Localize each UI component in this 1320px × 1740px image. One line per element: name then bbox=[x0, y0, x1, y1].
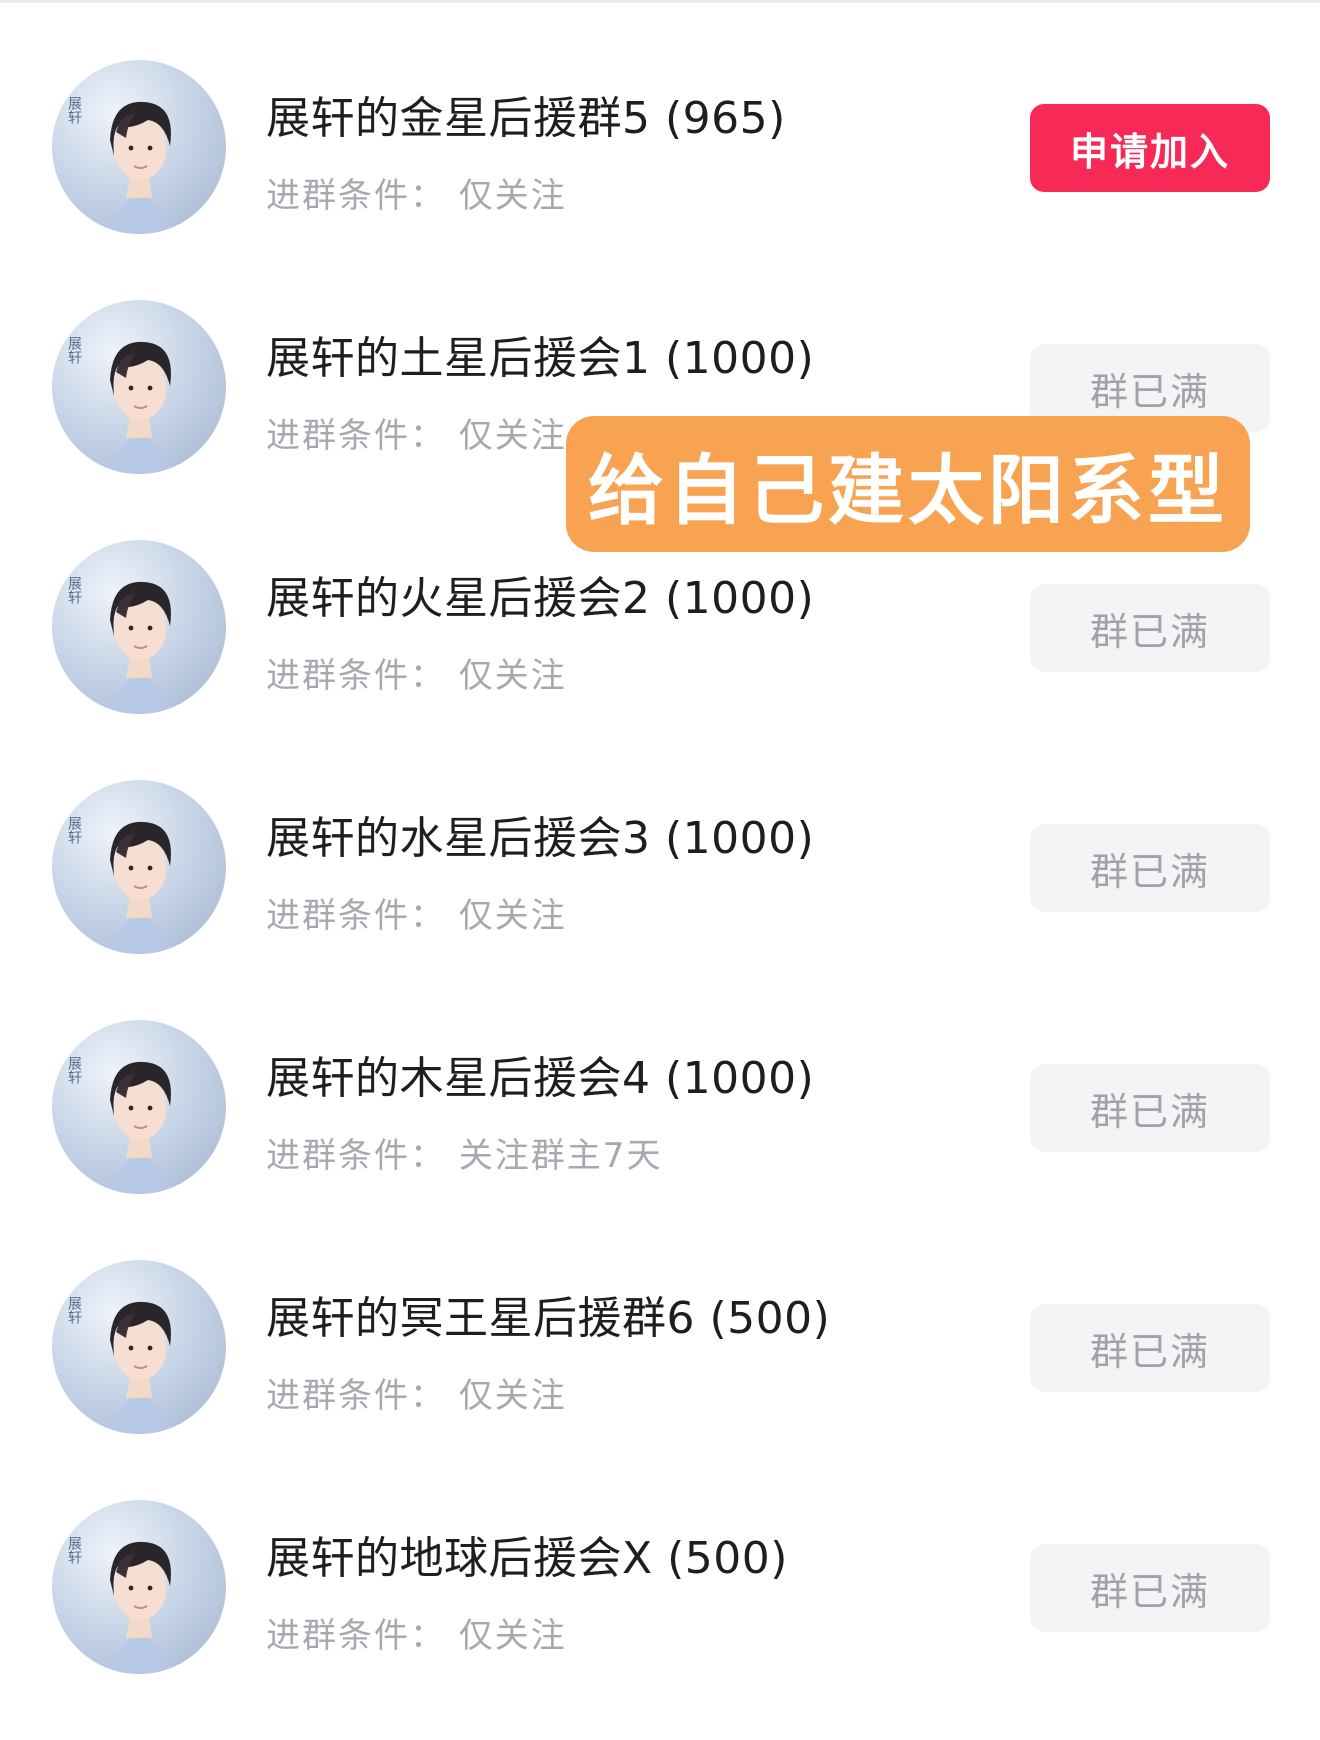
group-avatar[interactable]: 展轩 bbox=[52, 1500, 226, 1674]
group-item[interactable]: 展轩 展轩的水星后援会3 (1000) 进群条件： 仅关注 群已满 bbox=[0, 780, 1320, 1020]
group-full-button[interactable]: 群已满 bbox=[1030, 1064, 1270, 1152]
group-item[interactable]: 展轩 展轩的木星后援会4 (1000) 进群条件： 关注群主7天 群已满 bbox=[0, 1020, 1320, 1260]
caption-text: 给自己建太阳系型 bbox=[588, 446, 1228, 535]
group-full-button[interactable]: 群已满 bbox=[1030, 824, 1270, 912]
avatar-watermark: 展轩 bbox=[66, 336, 82, 364]
group-avatar[interactable]: 展轩 bbox=[52, 60, 226, 234]
apply-join-button[interactable]: 申请加入 bbox=[1030, 104, 1270, 192]
group-name[interactable]: 展轩的水星后援会3 (1000) bbox=[266, 802, 814, 866]
group-condition: 进群条件： 仅关注 bbox=[266, 416, 567, 456]
group-condition: 进群条件： 关注群主7天 bbox=[266, 1136, 663, 1176]
top-divider bbox=[0, 0, 1320, 3]
group-full-button[interactable]: 群已满 bbox=[1030, 1544, 1270, 1632]
group-avatar[interactable]: 展轩 bbox=[52, 1020, 226, 1194]
portrait-image: 展轩 bbox=[66, 336, 182, 474]
group-name[interactable]: 展轩的冥王星后援群6 (500) bbox=[266, 1282, 830, 1346]
group-condition: 进群条件： 仅关注 bbox=[266, 1376, 567, 1416]
avatar-watermark: 展轩 bbox=[66, 1536, 82, 1564]
portrait-image: 展轩 bbox=[66, 576, 182, 714]
avatar-watermark: 展轩 bbox=[66, 1296, 82, 1324]
avatar-watermark: 展轩 bbox=[66, 96, 82, 124]
group-avatar[interactable]: 展轩 bbox=[52, 300, 226, 474]
group-condition: 进群条件： 仅关注 bbox=[266, 896, 567, 936]
group-item[interactable]: 展轩 展轩的地球后援会X (500) 进群条件： 仅关注 群已满 bbox=[0, 1500, 1320, 1740]
group-name[interactable]: 展轩的土星后援会1 (1000) bbox=[266, 322, 814, 386]
group-name[interactable]: 展轩的金星后援群5 (965) bbox=[266, 82, 786, 146]
avatar-watermark: 展轩 bbox=[66, 816, 82, 844]
caption-banner: 给自己建太阳系型 bbox=[566, 416, 1250, 552]
group-full-button[interactable]: 群已满 bbox=[1030, 584, 1270, 672]
group-condition: 进群条件： 仅关注 bbox=[266, 176, 567, 216]
avatar-watermark: 展轩 bbox=[66, 576, 82, 604]
group-item[interactable]: 展轩 展轩的金星后援群5 (965) 进群条件： 仅关注 申请加入 bbox=[0, 60, 1320, 300]
group-name[interactable]: 展轩的地球后援会X (500) bbox=[266, 1522, 788, 1586]
portrait-image: 展轩 bbox=[66, 1536, 182, 1674]
group-item[interactable]: 展轩 展轩的火星后援会2 (1000) 进群条件： 仅关注 群已满 bbox=[0, 540, 1320, 780]
group-avatar[interactable]: 展轩 bbox=[52, 540, 226, 714]
group-avatar[interactable]: 展轩 bbox=[52, 1260, 226, 1434]
group-condition: 进群条件： 仅关注 bbox=[266, 1616, 567, 1656]
portrait-image: 展轩 bbox=[66, 1296, 182, 1434]
portrait-image: 展轩 bbox=[66, 816, 182, 954]
portrait-image: 展轩 bbox=[66, 96, 182, 234]
group-item[interactable]: 展轩 展轩的冥王星后援群6 (500) 进群条件： 仅关注 群已满 bbox=[0, 1260, 1320, 1500]
group-avatar[interactable]: 展轩 bbox=[52, 780, 226, 954]
group-full-button[interactable]: 群已满 bbox=[1030, 1304, 1270, 1392]
portrait-image: 展轩 bbox=[66, 1056, 182, 1194]
group-name[interactable]: 展轩的火星后援会2 (1000) bbox=[266, 562, 814, 626]
group-condition: 进群条件： 仅关注 bbox=[266, 656, 567, 696]
group-name[interactable]: 展轩的木星后援会4 (1000) bbox=[266, 1042, 814, 1106]
avatar-watermark: 展轩 bbox=[66, 1056, 82, 1084]
